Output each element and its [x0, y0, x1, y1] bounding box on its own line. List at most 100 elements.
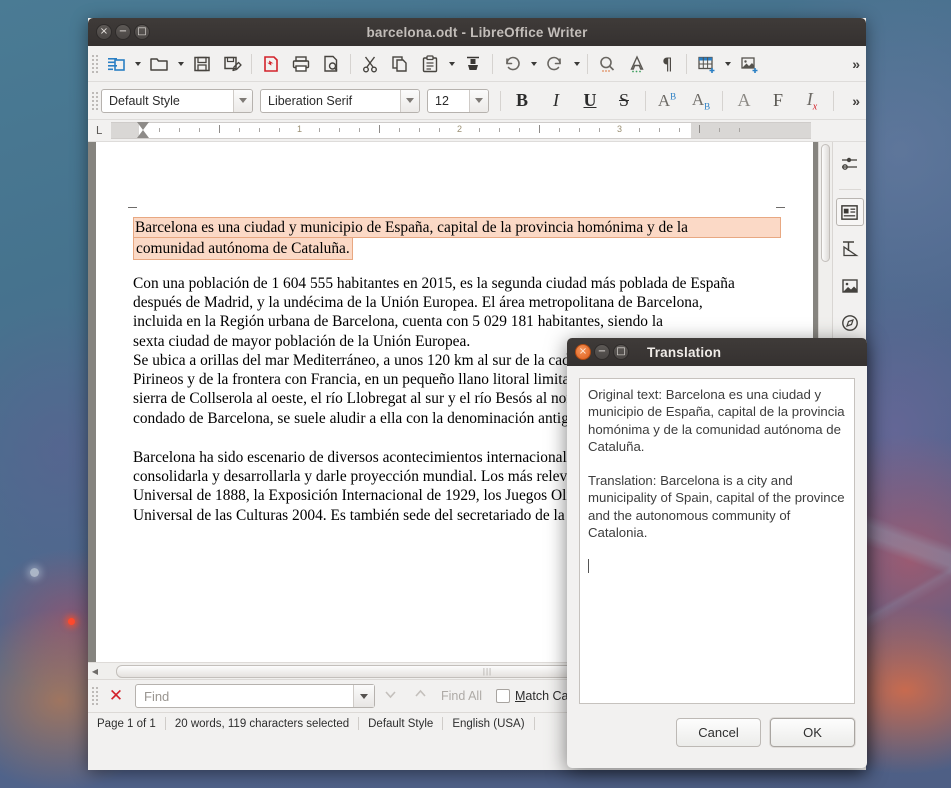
print-preview-button[interactable]: [316, 50, 346, 78]
new-document-dropdown[interactable]: [131, 50, 144, 78]
font-name-value: Liberation Serif: [268, 93, 353, 108]
clone-formatting-button[interactable]: [458, 50, 488, 78]
redo-button[interactable]: [540, 50, 570, 78]
vertical-scrollbar-thumb[interactable]: [821, 144, 830, 262]
font-size-value: 12: [435, 93, 449, 108]
toolbar-grip[interactable]: [91, 90, 99, 111]
subscript-icon: AB: [691, 89, 711, 112]
sidebar-item-properties[interactable]: [835, 198, 864, 226]
find-next-button[interactable]: [375, 687, 405, 705]
wallpaper-speck: [68, 618, 75, 625]
spelling-button[interactable]: [622, 50, 652, 78]
ruler-left-margin: [111, 122, 139, 139]
paragraph-2-line-3: incluida en la Región urbana de Barcelon…: [133, 313, 663, 331]
strikethrough-button[interactable]: S: [607, 87, 641, 115]
text-boundary-mark-left: [128, 207, 137, 208]
toolbar-separator: [492, 53, 493, 74]
new-document-button[interactable]: [101, 50, 131, 78]
search-input-placeholder: Find: [144, 688, 170, 704]
highlight-color-button[interactable]: F: [761, 87, 795, 115]
translation-dialog[interactable]: × − □ Translation Original text: Barcelo…: [567, 338, 867, 768]
cut-button[interactable]: [355, 50, 385, 78]
insert-table-dropdown[interactable]: [721, 50, 734, 78]
status-word-count[interactable]: 20 words, 119 characters selected: [166, 718, 358, 730]
find-close-button[interactable]: ✕: [101, 686, 131, 706]
paragraph-style-combo[interactable]: Default Style: [101, 88, 253, 113]
redo-dropdown[interactable]: [570, 50, 583, 78]
sidebar-item-navigator[interactable]: [836, 309, 864, 337]
search-input[interactable]: Find: [135, 684, 375, 708]
clone-formatting-icon: [467, 56, 479, 70]
horizontal-ruler[interactable]: 1 2 3: [111, 122, 811, 139]
ruler-first-line-indent-marker[interactable]: [137, 122, 149, 130]
standard-toolbar[interactable]: ¶ »: [88, 46, 866, 82]
undo-button[interactable]: [497, 50, 527, 78]
open-button[interactable]: [144, 50, 174, 78]
undo-dropdown[interactable]: [527, 50, 540, 78]
hscroll-left-arrow[interactable]: ◀: [88, 667, 102, 676]
export-pdf-icon: [264, 55, 278, 72]
save-as-button[interactable]: [217, 50, 247, 78]
writer-titlebar[interactable]: × − □ barcelona.odt - LibreOffice Writer: [88, 18, 866, 46]
formatting-toolbar[interactable]: Default Style Liberation Serif 12 B I U …: [88, 82, 866, 120]
sidebar-item-gallery[interactable]: [836, 272, 864, 300]
sidebar-item-settings[interactable]: [836, 150, 864, 178]
match-case-checkbox[interactable]: [496, 689, 510, 703]
chevron-up-icon: [414, 689, 426, 697]
font-size-dropdown-arrow[interactable]: [469, 89, 488, 112]
dialog-close-button[interactable]: ×: [575, 344, 591, 360]
translation-dialog-titlebar[interactable]: × − □ Translation: [567, 338, 867, 366]
find-all-button[interactable]: Find All: [441, 689, 482, 703]
writer-minimize-button[interactable]: −: [115, 24, 131, 40]
subscript-button[interactable]: AB: [684, 87, 718, 115]
original-text: Original text: Barcelona es una ciudad y…: [588, 387, 845, 454]
insert-table-button[interactable]: [691, 50, 721, 78]
export-pdf-button[interactable]: [256, 50, 286, 78]
sidebar-settings-icon: [841, 157, 857, 170]
dialog-minimize-button[interactable]: −: [594, 344, 610, 360]
font-color-button[interactable]: A: [727, 87, 761, 115]
font-name-dropdown-arrow[interactable]: [400, 89, 419, 112]
writer-maximize-button[interactable]: □: [134, 24, 150, 40]
ruler-corner-tab-selector[interactable]: L: [91, 124, 107, 137]
status-language[interactable]: English (USA): [443, 718, 533, 730]
font-size-combo[interactable]: 12: [427, 88, 489, 113]
bold-button[interactable]: B: [505, 87, 539, 115]
ok-button[interactable]: OK: [770, 718, 855, 747]
print-button[interactable]: [286, 50, 316, 78]
paste-dropdown[interactable]: [445, 50, 458, 78]
open-dropdown[interactable]: [174, 50, 187, 78]
find-previous-button[interactable]: [405, 686, 435, 706]
paragraph-style-value: Default Style: [109, 93, 180, 108]
italic-button[interactable]: I: [539, 87, 573, 115]
superscript-button[interactable]: AB: [650, 87, 684, 115]
formatting-toolbar-overflow[interactable]: »: [852, 93, 860, 109]
find-replace-button[interactable]: [592, 50, 622, 78]
paragraph-1[interactable]: Barcelona es una ciudad y municipio de E…: [133, 217, 781, 261]
copy-button[interactable]: [385, 50, 415, 78]
standard-toolbar-overflow[interactable]: »: [852, 56, 860, 72]
writer-close-button[interactable]: ×: [96, 24, 112, 40]
formatting-marks-button[interactable]: ¶: [652, 50, 682, 78]
sidebar-item-styles[interactable]: [836, 235, 864, 263]
translation-textarea[interactable]: Original text: Barcelona es una ciudad y…: [579, 378, 855, 704]
paste-icon: [422, 54, 438, 72]
font-name-combo[interactable]: Liberation Serif: [260, 88, 420, 113]
ruler-left-indent-marker[interactable]: [137, 130, 149, 138]
paragraph-style-dropdown-arrow[interactable]: [233, 89, 252, 112]
clear-formatting-button[interactable]: Ix: [795, 87, 829, 115]
insert-image-button[interactable]: [734, 50, 764, 78]
paste-button[interactable]: [415, 50, 445, 78]
findbar-grip[interactable]: [91, 686, 99, 706]
status-page-style[interactable]: Default Style: [359, 718, 442, 730]
toolbar-grip[interactable]: [91, 53, 99, 74]
search-history-dropdown[interactable]: [353, 685, 374, 707]
save-as-icon: [224, 56, 242, 71]
text-cursor: [588, 559, 589, 574]
cancel-button[interactable]: Cancel: [676, 718, 761, 747]
status-page[interactable]: Page 1 of 1: [88, 718, 165, 730]
underline-button[interactable]: U: [573, 87, 607, 115]
save-button[interactable]: [187, 50, 217, 78]
toolbar-separator: [587, 53, 588, 74]
dialog-maximize-button[interactable]: □: [613, 344, 629, 360]
